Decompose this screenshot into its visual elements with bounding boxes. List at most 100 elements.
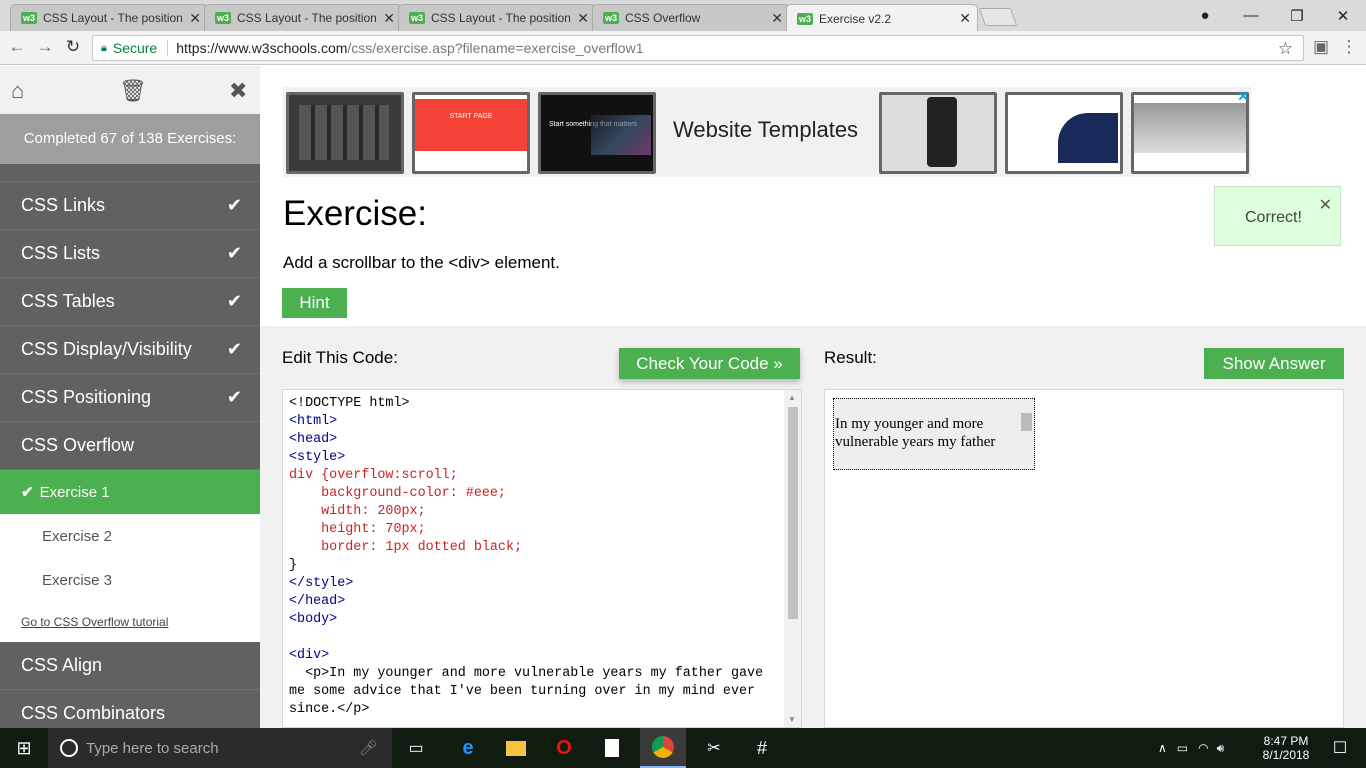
profile-icon[interactable]: ●: [1182, 0, 1228, 31]
browser-tab-strip: w3 CSS Layout - The position ✕ w3 CSS La…: [0, 0, 1366, 32]
browser-toolbar: ← → ↻ 🔒︎ Secure https://www.w3schools.co…: [0, 31, 1366, 65]
template-thumbnail-5[interactable]: [1005, 92, 1123, 174]
volume-icon[interactable]: 🔊︎: [1217, 741, 1225, 756]
scroll-down-icon[interactable]: ▼: [788, 715, 796, 724]
close-icon[interactable]: ✖: [229, 78, 247, 104]
sidebar-item-label: CSS Tables: [21, 291, 115, 311]
exercise-1-link[interactable]: ✔ Exercise 1: [0, 470, 260, 514]
code-line: }: [289, 558, 298, 573]
menu-dots-icon[interactable]: ⋮: [1338, 36, 1360, 58]
sidebar-item-css-combinators[interactable]: CSS Combinators: [0, 690, 260, 728]
forward-arrow-icon[interactable]: →: [34, 36, 56, 58]
scroll-up-icon[interactable]: ▲: [788, 393, 796, 402]
hint-button[interactable]: Hint: [282, 288, 347, 318]
close-alert-icon[interactable]: ✕: [1319, 195, 1332, 215]
sidebar-item-css-align[interactable]: CSS Align: [0, 642, 260, 690]
template-thumbnail-6[interactable]: [1131, 92, 1249, 174]
result-scroll-div[interactable]: In my younger and more vulnerable years …: [833, 398, 1035, 470]
sidebar-item-css-tables[interactable]: CSS Tables ✔: [0, 278, 260, 326]
back-arrow-icon[interactable]: ←: [6, 36, 28, 58]
home-icon[interactable]: ⌂: [11, 78, 24, 104]
close-tab-icon[interactable]: ✕: [771, 10, 783, 27]
exercise-2-link[interactable]: Exercise 2: [0, 514, 260, 558]
sidebar-item-css-lists[interactable]: CSS Lists ✔: [0, 230, 260, 278]
result-frame: In my younger and more vulnerable years …: [824, 389, 1344, 728]
chrome-icon[interactable]: [640, 728, 686, 768]
browser-tab-4[interactable]: w3 CSS Overflow ✕: [592, 4, 790, 31]
exercise-label: Exercise 1: [39, 483, 110, 501]
bookmark-star-icon[interactable]: ☆: [1278, 39, 1293, 59]
code-line: <head>: [289, 432, 338, 447]
template-thumbnail-1[interactable]: [286, 92, 404, 174]
restore-icon[interactable]: ❐: [1274, 0, 1320, 31]
sidebar-item-label: CSS Overflow: [21, 435, 135, 455]
sidebar-item-css-links[interactable]: CSS Links ✔: [0, 182, 260, 230]
correct-alert: Correct! ✕: [1214, 186, 1341, 246]
trash-icon[interactable]: 🗑︎: [119, 78, 147, 104]
phone-image: [927, 97, 957, 167]
checkmark-icon: ✔: [226, 243, 242, 263]
close-ad-icon[interactable]: ✕: [1237, 88, 1249, 105]
close-tab-icon[interactable]: ✕: [577, 10, 589, 27]
notification-icon[interactable]: ☐: [1320, 728, 1360, 768]
code-line: </head>: [289, 594, 346, 609]
result-label: Result:: [824, 348, 877, 367]
scroll-thumb[interactable]: [788, 407, 798, 619]
browser-tab-5-active[interactable]: w3 Exercise v2.2 ✕: [786, 4, 978, 32]
reload-icon[interactable]: ↻: [62, 36, 84, 58]
exercise-3-link[interactable]: Exercise 3: [0, 558, 260, 602]
opera-icon[interactable]: O: [544, 728, 584, 768]
sidebar-item-label: CSS Combinators: [21, 703, 166, 723]
edge-icon[interactable]: e: [448, 728, 488, 768]
close-tab-icon[interactable]: ✕: [189, 10, 201, 27]
browser-tab-1[interactable]: w3 CSS Layout - The position ✕: [10, 4, 208, 31]
edit-code-label: Edit This Code:: [282, 348, 398, 367]
sidebar-item-css-positioning[interactable]: CSS Positioning ✔: [0, 374, 260, 422]
code-editor[interactable]: <!DOCTYPE html> <html> <head> <style> di…: [282, 389, 802, 728]
thumbnail-image: [1058, 113, 1118, 163]
slack-icon[interactable]: #: [742, 728, 782, 768]
lock-icon: 🔒︎: [101, 41, 107, 54]
clock-date: 8/1/2018: [1262, 748, 1310, 762]
sidebar-item-css-overflow[interactable]: CSS Overflow: [0, 422, 260, 470]
minimize-icon[interactable]: —: [1228, 0, 1274, 31]
ad-banner[interactable]: START PAGE Start something that matters …: [283, 87, 1251, 177]
editor-scrollbar[interactable]: ▲ ▼: [784, 390, 801, 727]
battery-icon[interactable]: ▭: [1177, 741, 1188, 755]
system-tray: ∧ ▭ ◠ 🔊︎: [1158, 728, 1224, 768]
code-line: me some advice that I've been turning ov…: [289, 684, 756, 699]
result-vertical-scrollbar[interactable]: [1019, 399, 1034, 455]
result-horizontal-scrollbar[interactable]: [834, 454, 1020, 469]
chevron-up-icon[interactable]: ∧: [1158, 741, 1167, 755]
new-tab-button[interactable]: [978, 8, 1018, 26]
close-tab-icon[interactable]: ✕: [959, 10, 971, 27]
show-answer-button[interactable]: Show Answer: [1204, 348, 1344, 379]
address-bar[interactable]: 🔒︎ Secure https://www.w3schools.com/css/…: [92, 35, 1304, 61]
taskbar-search[interactable]: Type here to search 🎤︎: [48, 728, 392, 768]
clock[interactable]: 8:47 PM 8/1/2018: [1258, 728, 1314, 768]
check-code-button[interactable]: Check Your Code »: [619, 348, 800, 379]
browser-tab-3[interactable]: w3 CSS Layout - The position ✕: [398, 4, 596, 31]
code-line: width: 200px;: [289, 504, 426, 519]
wifi-icon[interactable]: ◠: [1198, 741, 1208, 755]
scroll-thumb[interactable]: [1021, 413, 1032, 431]
tab-title: CSS Layout - The position: [43, 11, 183, 25]
close-window-icon[interactable]: ✕: [1320, 0, 1366, 31]
browser-tab-2[interactable]: w3 CSS Layout - The position ✕: [204, 4, 402, 31]
code-line: <body>: [289, 612, 338, 627]
microphone-icon[interactable]: 🎤︎: [359, 739, 378, 757]
file-explorer-icon[interactable]: [496, 728, 536, 768]
document-icon[interactable]: [592, 728, 632, 768]
windows-start-icon[interactable]: ⊞: [0, 728, 48, 768]
task-view-icon[interactable]: ▭: [396, 728, 436, 768]
sidebar-item-css-display-visibility[interactable]: CSS Display/Visibility ✔: [0, 326, 260, 374]
template-thumbnail-3[interactable]: Start something that matters: [538, 92, 656, 174]
extension-icon[interactable]: ▣: [1310, 36, 1332, 58]
tutorial-link[interactable]: Go to CSS Overflow tutorial: [0, 602, 260, 642]
template-thumbnail-4[interactable]: [879, 92, 997, 174]
code-text[interactable]: <!DOCTYPE html> <html> <head> <style> di…: [289, 395, 779, 719]
template-thumbnail-2[interactable]: START PAGE: [412, 92, 530, 174]
tools-icon[interactable]: ✂: [694, 728, 734, 768]
close-tab-icon[interactable]: ✕: [383, 10, 395, 27]
code-line: background-color: #eee;: [289, 486, 506, 501]
